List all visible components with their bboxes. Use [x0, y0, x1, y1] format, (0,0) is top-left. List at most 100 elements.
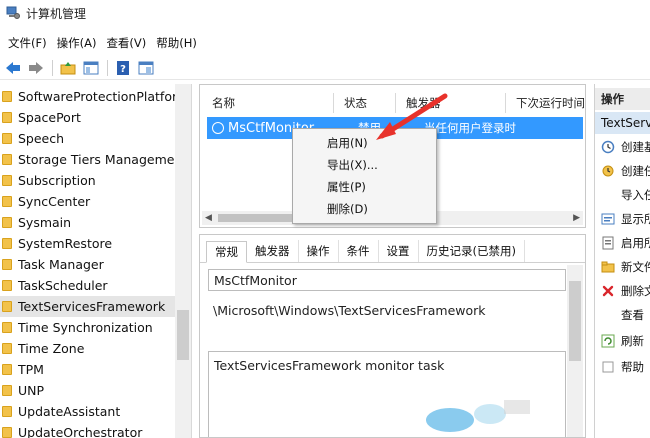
- menu-bar: 文件(F) 操作(A) 查看(V) 帮助(H): [0, 32, 650, 54]
- folder-icon: [2, 301, 12, 312]
- context-menu: 启用(N) 导出(X)... 属性(P) 删除(D): [292, 128, 437, 224]
- folder-icon: [2, 175, 12, 186]
- tree-item[interactable]: Storage Tiers Management: [0, 149, 176, 170]
- annotation-arrow-icon: [376, 93, 448, 140]
- folder-icon: [2, 217, 12, 228]
- tree-item[interactable]: SystemRestore: [0, 233, 176, 254]
- tree-item[interactable]: TPM: [0, 359, 176, 380]
- menu-view[interactable]: 查看(V): [104, 35, 154, 51]
- view-icon: [601, 308, 615, 322]
- folder-icon: [2, 427, 12, 438]
- action-delete-folder[interactable]: 删除文件夹: [595, 280, 650, 302]
- tree-item[interactable]: UpdateAssistant: [0, 401, 176, 422]
- properties-vscrollbar[interactable]: [567, 265, 583, 437]
- tree-item[interactable]: Subscription: [0, 170, 176, 191]
- folder-icon: [2, 385, 12, 396]
- enable-history-icon: [602, 236, 614, 250]
- clock-icon: [212, 122, 224, 134]
- actions-title: 操作: [595, 88, 650, 110]
- tree-item[interactable]: UNP: [0, 380, 176, 401]
- column-header-name[interactable]: 名称: [202, 93, 334, 113]
- tree-scrollbar[interactable]: [175, 84, 191, 438]
- folder-icon: [2, 364, 12, 375]
- task-location-field[interactable]: \Microsoft\Windows\TextServicesFramework: [208, 299, 566, 321]
- context-menu-enable[interactable]: 启用(N): [327, 133, 368, 153]
- help-icon[interactable]: ?: [112, 58, 134, 78]
- folder-icon: [2, 112, 12, 123]
- tree-item[interactable]: Time Synchronization: [0, 317, 176, 338]
- action-display-running[interactable]: 显示所有正在运行的任务: [595, 208, 650, 230]
- tree-item[interactable]: TaskScheduler: [0, 275, 176, 296]
- toolbar-separator: [107, 59, 108, 76]
- action-create-basic-task[interactable]: 创建基本任务...: [595, 136, 650, 158]
- toolbar: ?: [0, 56, 650, 80]
- toolbar-separator: [52, 59, 53, 76]
- action-refresh[interactable]: 刷新: [595, 330, 650, 352]
- column-header-next-run[interactable]: 下次运行时间: [506, 93, 585, 113]
- folder-icon: [2, 91, 12, 102]
- tab-history[interactable]: 历史记录(已禁用): [419, 240, 525, 262]
- folder-icon: [2, 280, 12, 291]
- context-menu-export[interactable]: 导出(X)...: [327, 155, 378, 175]
- folder-icon: [2, 238, 12, 249]
- menu-file[interactable]: 文件(F): [6, 35, 55, 51]
- action-enable-history[interactable]: 启用所有任务历史记录: [595, 232, 650, 254]
- task-name-field[interactable]: MsCtfMonitor: [208, 269, 566, 291]
- menu-help[interactable]: 帮助(H): [154, 35, 205, 51]
- action-view[interactable]: 查看: [595, 304, 650, 326]
- tree-scroll-thumb[interactable]: [177, 310, 189, 360]
- new-folder-icon: [601, 261, 615, 273]
- folder-icon: [2, 406, 12, 417]
- action-create-task[interactable]: 创建任务...: [595, 160, 650, 182]
- scroll-right-icon[interactable]: ▶: [573, 213, 580, 223]
- actions-pane: 操作 TextServicesFramework 创建基本任务... 创建任务.…: [594, 84, 650, 438]
- tree-item[interactable]: Task Manager: [0, 254, 176, 275]
- vscroll-thumb[interactable]: [569, 281, 581, 361]
- tab-actions[interactable]: 操作: [299, 240, 339, 262]
- import-icon: [601, 188, 615, 202]
- more-icon: [602, 361, 614, 373]
- folder-icon: [2, 133, 12, 144]
- folder-icon: [2, 343, 12, 354]
- refresh-icon: [601, 334, 615, 348]
- folder-icon: [2, 259, 12, 270]
- watermark-logo-icon: [426, 400, 530, 432]
- display-running-icon: [601, 213, 615, 225]
- tree-item[interactable]: Time Zone: [0, 338, 176, 359]
- properties-view-icon[interactable]: [135, 58, 157, 78]
- back-icon[interactable]: [2, 58, 24, 78]
- folder-icon: [2, 322, 12, 333]
- computer-management-icon: [6, 6, 20, 20]
- svg-text:?: ?: [120, 64, 126, 75]
- folder-icon: [2, 196, 12, 207]
- actions-section-header[interactable]: TextServicesFramework: [595, 112, 650, 134]
- up-folder-icon[interactable]: [57, 58, 79, 78]
- tab-conditions[interactable]: 条件: [339, 240, 379, 262]
- create-basic-task-icon: [601, 140, 615, 154]
- context-menu-delete[interactable]: 删除(D): [327, 199, 368, 219]
- tab-triggers[interactable]: 触发器: [247, 240, 299, 262]
- properties-tabs: 常规 触发器 操作 条件 设置 历史记录(已禁用): [200, 239, 585, 263]
- action-new-folder[interactable]: 新文件夹...: [595, 256, 650, 278]
- tree-item[interactable]: SpacePort: [0, 107, 176, 128]
- show-hide-tree-icon[interactable]: [80, 58, 102, 78]
- delete-icon: [602, 285, 614, 297]
- tab-general[interactable]: 常规: [206, 241, 247, 263]
- folder-icon: [2, 154, 12, 165]
- tree-item-selected[interactable]: TextServicesFramework: [0, 296, 176, 317]
- tree-item[interactable]: SoftwareProtectionPlatform: [0, 86, 176, 107]
- context-menu-properties[interactable]: 属性(P): [327, 177, 366, 197]
- tree-item[interactable]: SyncCenter: [0, 191, 176, 212]
- forward-icon[interactable]: [25, 58, 47, 78]
- action-help[interactable]: 帮助: [595, 356, 650, 378]
- window-title: 计算机管理: [26, 6, 87, 21]
- tree-item[interactable]: UpdateOrchestrator: [0, 422, 176, 438]
- action-import-task[interactable]: 导入任务...: [595, 184, 650, 206]
- create-task-icon: [602, 165, 614, 177]
- tree-item[interactable]: Sysmain: [0, 212, 176, 233]
- title-bar: 计算机管理: [0, 0, 650, 26]
- tree-item[interactable]: Speech: [0, 128, 176, 149]
- menu-action[interactable]: 操作(A): [55, 35, 105, 51]
- tab-settings[interactable]: 设置: [379, 240, 419, 262]
- scroll-left-icon[interactable]: ◀: [205, 213, 212, 223]
